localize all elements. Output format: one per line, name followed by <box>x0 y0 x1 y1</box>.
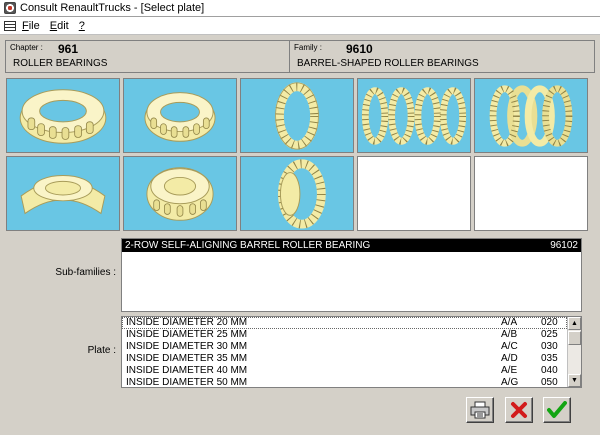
subfamilies-list[interactable]: 2-ROW SELF-ALIGNING BARREL ROLLER BEARIN… <box>121 238 582 312</box>
menu-help[interactable]: ? <box>79 20 85 32</box>
family-caption: Family : <box>294 43 322 52</box>
plate-row[interactable]: INSIDE DIAMETER 25 MM A/B 025 <box>122 329 567 341</box>
plate-thumbnail-8[interactable] <box>240 156 354 231</box>
system-menu-icon[interactable] <box>4 20 16 31</box>
scroll-thumb[interactable] <box>568 331 581 345</box>
plate-thumbnail-2[interactable] <box>123 78 237 153</box>
app-logo-icon <box>4 2 16 14</box>
print-button[interactable] <box>466 397 494 423</box>
plate-thumbnail-1[interactable] <box>6 78 120 153</box>
scroll-up-icon[interactable]: ▲ <box>568 317 581 330</box>
ok-button[interactable] <box>543 397 571 423</box>
printer-icon <box>470 401 490 419</box>
barrel-bearing-perspective-icon <box>19 89 107 144</box>
bearing-with-cover-icon <box>146 167 214 221</box>
plate-thumbnail-6[interactable] <box>6 156 120 231</box>
plate-row[interactable]: INSIDE DIAMETER 20 MM A/A 020 <box>122 317 567 329</box>
plate-list-rows: INSIDE DIAMETER 20 MM A/A 020 INSIDE DIA… <box>122 317 567 387</box>
plate-row[interactable]: INSIDE DIAMETER 30 MM A/C 030 <box>122 341 567 353</box>
plate-thumbnail-9[interactable] <box>357 156 471 231</box>
menu-bar: File Edit ? <box>0 17 600 35</box>
plate-label: Plate : <box>87 345 116 356</box>
plate-thumbnail-10[interactable] <box>474 156 588 231</box>
plate-thumbnail-3[interactable] <box>240 78 354 153</box>
overlapping-roller-rings-icon <box>489 85 573 147</box>
plate-thumbnail-7[interactable] <box>123 156 237 231</box>
bearing-housing-icon <box>20 175 106 215</box>
chapter-code: 961 <box>58 42 79 56</box>
barrel-roller-ring-icon <box>275 82 319 150</box>
red-x-icon <box>511 402 527 418</box>
plate-list[interactable]: INSIDE DIAMETER 20 MM A/A 020 INSIDE DIA… <box>121 316 582 388</box>
plate-row[interactable]: INSIDE DIAMETER 35 MM A/D 035 <box>122 353 567 365</box>
window-title: Consult RenaultTrucks - [Select plate] <box>20 2 205 14</box>
family-cell: Family : 9610 BARREL-SHAPED ROLLER BEARI… <box>290 41 594 72</box>
tilted-roller-ring-icon <box>278 159 326 229</box>
green-check-icon <box>547 401 567 418</box>
subfamily-row-selected[interactable]: 2-ROW SELF-ALIGNING BARREL ROLLER BEARIN… <box>122 239 581 252</box>
menu-file[interactable]: File <box>22 20 40 32</box>
barrel-bearing-cage-icon <box>144 92 216 142</box>
family-name: BARREL-SHAPED ROLLER BEARINGS <box>297 58 479 69</box>
plate-thumbnail-grid <box>6 78 588 234</box>
chapter-name: ROLLER BEARINGS <box>13 58 108 69</box>
menu-edit[interactable]: Edit <box>50 20 69 32</box>
plate-row[interactable]: INSIDE DIAMETER 50 MM A/G 050 <box>122 377 567 387</box>
plate-thumbnail-4[interactable] <box>357 78 471 153</box>
subfamilies-label: Sub-families : <box>55 267 116 278</box>
subfamily-code: 96102 <box>550 240 578 251</box>
title-bar: Consult RenaultTrucks - [Select plate] <box>0 0 600 17</box>
scroll-down-icon[interactable]: ▼ <box>568 374 581 387</box>
subfamily-description: 2-ROW SELF-ALIGNING BARREL ROLLER BEARIN… <box>125 240 371 251</box>
chapter-caption: Chapter : <box>10 43 43 52</box>
plate-list-scrollbar[interactable]: ▲ ▼ <box>567 317 581 387</box>
cancel-button[interactable] <box>505 397 533 423</box>
family-code: 9610 <box>346 42 373 56</box>
plate-thumbnail-5[interactable] <box>474 78 588 153</box>
plate-row[interactable]: INSIDE DIAMETER 40 MM A/E 040 <box>122 365 567 377</box>
info-panel: Chapter : 961 ROLLER BEARINGS Family : 9… <box>5 40 595 73</box>
double-roller-rings-icon <box>361 87 467 145</box>
chapter-cell: Chapter : 961 ROLLER BEARINGS <box>6 41 290 72</box>
